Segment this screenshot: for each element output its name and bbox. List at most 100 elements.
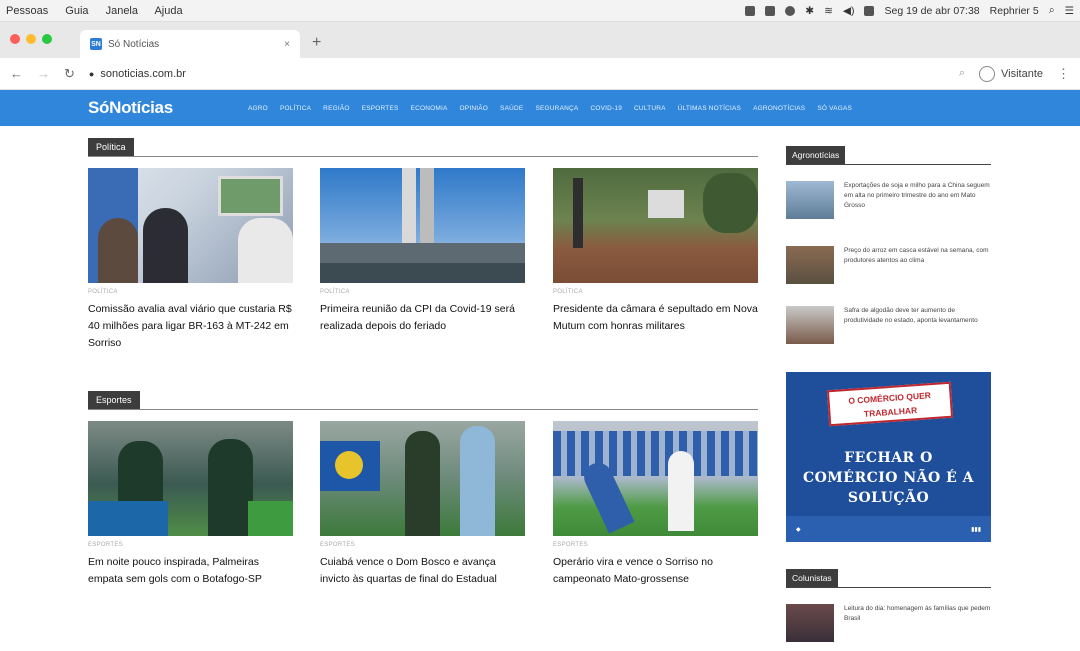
nav-item[interactable]: Segurança [535,105,578,112]
minimize-window-icon[interactable] [26,34,36,44]
forward-icon[interactable]: → [37,66,50,81]
nav-item[interactable]: Cultura [634,105,666,112]
news-card[interactable]: Esportes Em noite pouco inspirada, Palme… [88,421,293,588]
section-header-esportes: Esportes [88,391,758,410]
new-tab-icon[interactable]: + [312,34,321,58]
news-photo[interactable] [320,421,525,536]
browser-menu-icon[interactable]: ⋮ [1057,66,1070,82]
menu-guia[interactable]: Guia [65,5,88,17]
ad-sponsor-icon: ▮▮▮ [971,526,981,533]
news-photo[interactable] [553,421,758,536]
news-photo[interactable] [553,168,758,283]
news-photo[interactable] [88,421,293,536]
nav-item[interactable]: Economia [411,105,448,112]
back-icon[interactable]: ← [10,66,23,81]
volume-icon[interactable]: ◀) [843,5,855,17]
status-app-icon-2[interactable] [765,5,776,16]
ad-footer: ◆ ▮▮▮ [786,516,991,542]
nav-item[interactable]: Últimas notícias [678,105,741,112]
news-title[interactable]: Em noite pouco inspirada, Palmeiras empa… [88,554,293,588]
lock-icon: ● [88,68,95,79]
profile-button[interactable]: Visitante [979,65,1043,82]
sidebar-news-item[interactable]: Safra de algodão deve ter aumento de pro… [786,306,991,344]
sidebar-thumbnail[interactable] [786,181,834,219]
sidebar-news-item[interactable]: Exportações de soja e milho para a China… [786,181,991,219]
sidebar-title-colunistas[interactable]: Colunistas [786,569,838,587]
sidebar-news-title[interactable]: Exportações de soja e milho para a China… [844,181,991,219]
news-category[interactable]: Política [320,289,525,295]
nav-item[interactable]: Só Vagas [817,105,852,112]
news-category[interactable]: Esportes [88,542,293,548]
menu-pessoas[interactable]: Pessoas [6,5,48,17]
news-card[interactable]: Esportes Operário vira e vence o Sorriso… [553,421,758,588]
advertisement-banner[interactable]: O COMÉRCIO QUER TRABALHAR FECHAR O COMÉR… [786,372,991,542]
news-category[interactable]: Política [553,289,758,295]
user-menu[interactable]: Rephrier 5 [990,5,1039,17]
news-title[interactable]: Comissão avalia aval viário que custaria… [88,301,293,352]
section-header-politica: Política [88,138,758,157]
news-category[interactable]: Política [88,289,293,295]
browser-toolbar: ← → ↻ ● sonoticias.com.br ⌕ Visitante ⋮ [0,58,1080,90]
browser-tabbar: SN Só Notícias × + [0,22,1080,58]
sidebar-thumbnail[interactable] [786,306,834,344]
control-center-icon[interactable]: ☰ [1065,5,1074,17]
ad-headline: O COMÉRCIO QUER TRABALHAR [826,381,954,427]
wifi-icon[interactable]: ≋ [824,5,833,17]
close-tab-icon[interactable]: × [284,39,290,50]
address-bar[interactable]: ● sonoticias.com.br [89,68,186,80]
sidebar-news-title[interactable]: Safra de algodão deve ter aumento de pro… [844,306,991,344]
nav-item[interactable]: Agronotícias [753,105,805,112]
sidebar-header-agronoticias: Agronotícias [786,146,991,165]
nav-item[interactable]: Política [280,105,311,112]
site-nav-menu: Agro Política Região Esportes Economia O… [248,105,852,112]
sidebar-news-title[interactable]: Preço do arroz em casca estável na seman… [844,246,991,284]
battery-icon[interactable] [864,5,875,16]
news-card[interactable]: Esportes Cuiabá vence o Dom Bosco e avan… [320,421,525,588]
news-title[interactable]: Cuiabá vence o Dom Bosco e avança invict… [320,554,525,588]
news-category[interactable]: Esportes [553,542,758,548]
nav-item[interactable]: Esportes [362,105,399,112]
zoom-icon[interactable]: ⌕ [959,67,965,80]
tab-title: Só Notícias [108,38,160,50]
profile-name: Visitante [1001,67,1043,80]
sidebar-thumbnail[interactable] [786,246,834,284]
close-window-icon[interactable] [10,34,20,44]
news-photo[interactable] [88,168,293,283]
status-app-icon-3[interactable] [785,5,796,16]
news-title[interactable]: Operário vira e vence o Sorriso no campe… [553,554,758,588]
zoom-window-icon[interactable] [42,34,52,44]
nav-item[interactable]: Agro [248,105,268,112]
menu-ajuda[interactable]: Ajuda [154,5,182,17]
menu-janela[interactable]: Janela [106,5,138,17]
sidebar-news-item[interactable]: Preço do arroz em casca estável na seman… [786,246,991,284]
reload-icon[interactable]: ↻ [64,66,75,82]
section-label-esportes[interactable]: Esportes [88,391,140,409]
news-title[interactable]: Primeira reunião da CPI da Covid-19 será… [320,301,525,335]
section-label-politica[interactable]: Política [88,138,134,156]
bluetooth-icon[interactable]: ✱ [805,5,814,17]
news-title[interactable]: Presidente da câmara é sepultado em Nova… [553,301,758,335]
clock-text[interactable]: Seg 19 de abr 07:38 [884,5,979,17]
sidebar-title-agronoticias[interactable]: Agronotícias [786,146,846,164]
nav-item[interactable]: Saúde [500,105,523,112]
news-card[interactable]: Política Comissão avalia aval viário que… [88,168,293,352]
spotlight-icon[interactable]: ⌕ [1049,4,1055,17]
columnist-title[interactable]: Leitura do dia: homenagem às famílias qu… [844,604,991,642]
profile-avatar-icon [979,65,995,82]
ad-logo-icon: ◆ [796,526,801,533]
news-card[interactable]: Política Presidente da câmara é sepultad… [553,168,758,335]
sidebar-columnist-item[interactable]: Leitura do dia: homenagem às famílias qu… [786,604,991,642]
nav-item[interactable]: Opinião [460,105,489,112]
window-controls [10,34,52,44]
columnist-photo[interactable] [786,604,834,642]
status-app-icon[interactable] [745,5,756,16]
nav-item[interactable]: Região [323,105,349,112]
news-card[interactable]: Política Primeira reunião da CPI da Covi… [320,168,525,335]
news-photo[interactable] [320,168,525,283]
site-logo[interactable]: SóNotícias [88,98,248,118]
browser-tab[interactable]: SN Só Notícias × [80,30,300,58]
nav-item[interactable]: Covid-19 [590,105,622,112]
site-favicon: SN [90,38,102,50]
site-navbar: SóNotícias Agro Política Região Esportes… [0,90,1080,126]
news-category[interactable]: Esportes [320,542,525,548]
